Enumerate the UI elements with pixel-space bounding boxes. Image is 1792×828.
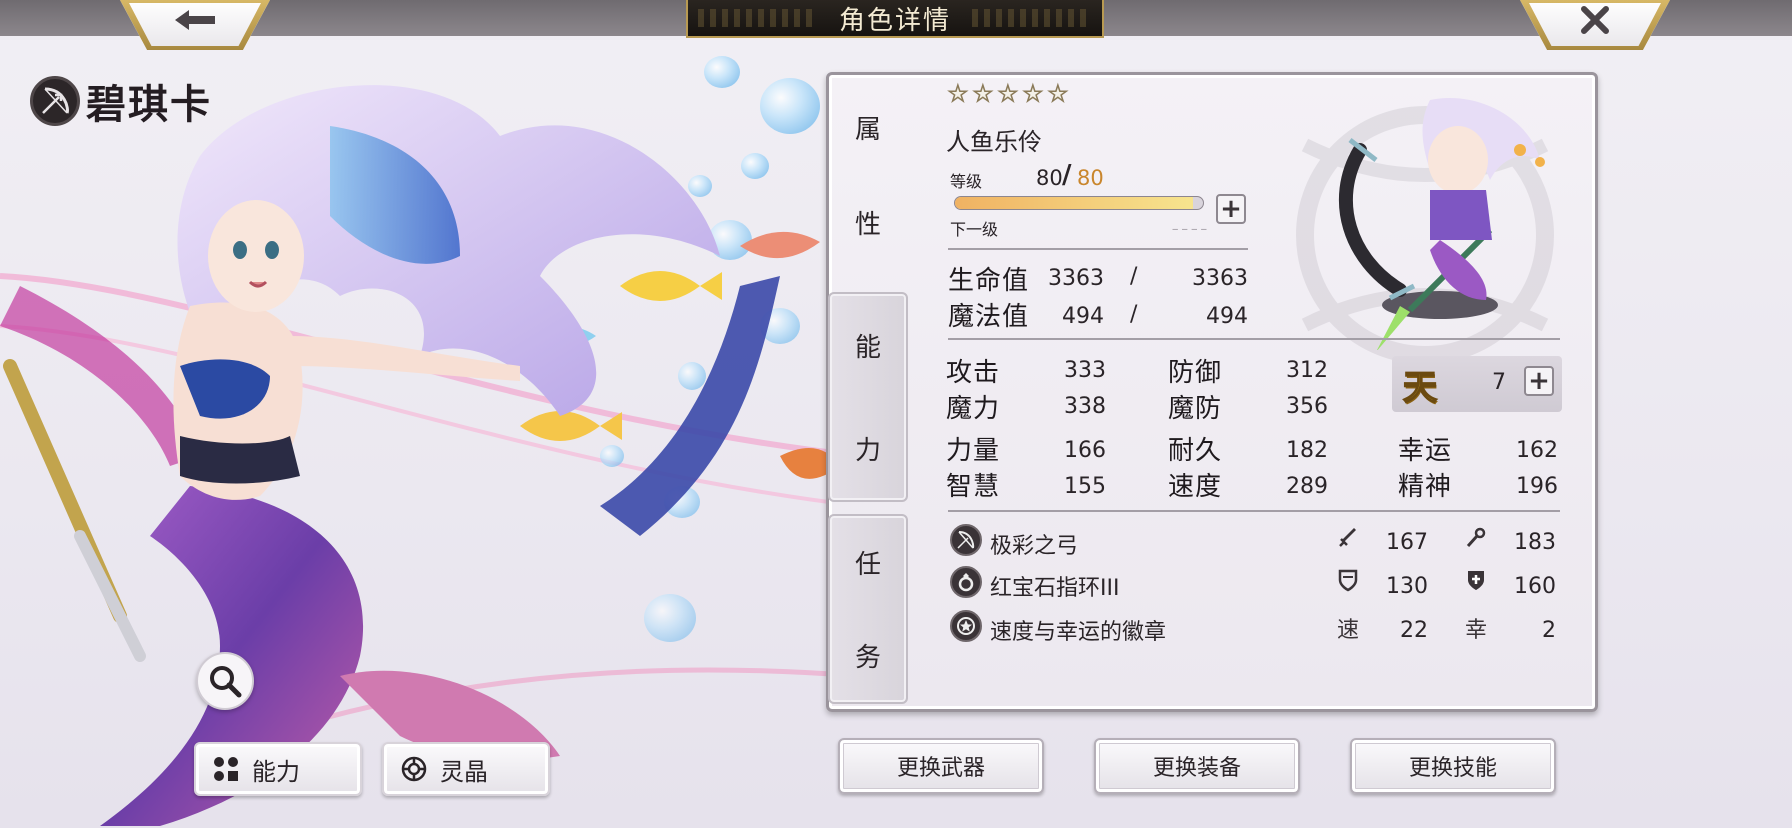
wisdom-value: 155 <box>1064 474 1106 499</box>
tab-attributes[interactable]: 属 性 <box>828 80 908 270</box>
wisdom-label: 智慧 <box>946 472 1001 502</box>
page-title-bar: 角色详情 <box>686 0 1104 38</box>
crystal-icon <box>401 756 427 782</box>
equipment-stat-1: 22 <box>1400 618 1428 643</box>
ability-button-label: 能力 <box>252 757 300 786</box>
divider <box>948 510 1560 512</box>
change-skill-label: 更换技能 <box>1408 756 1497 781</box>
zoom-button[interactable] <box>196 652 254 710</box>
rank-value: 7 <box>1492 370 1506 395</box>
bubbles <box>600 56 820 642</box>
level-up-plus-button[interactable]: + <box>1216 194 1246 224</box>
defense-value: 312 <box>1286 358 1328 383</box>
exp-bar-fill <box>955 197 1194 209</box>
next-level-label: 下一级 <box>950 220 999 239</box>
hp-label: 生命值 <box>948 266 1030 296</box>
character-artwork <box>0 56 860 826</box>
hp-slash: / <box>1130 264 1138 289</box>
attack-value: 333 <box>1064 358 1106 383</box>
chibi-portrait <box>1339 98 1545 350</box>
equipment-stat-1: 130 <box>1386 574 1428 599</box>
hp-max: 3363 <box>1192 266 1248 291</box>
rarity-stars: ★ ★ ★ ★ ★ <box>947 82 1070 107</box>
rank-plus-button[interactable]: + <box>1524 366 1554 396</box>
equipment-stat-1: 167 <box>1386 530 1428 555</box>
strength-value: 166 <box>1064 438 1106 463</box>
page-title: 角色详情 <box>838 5 951 36</box>
change-weapon-label: 更换武器 <box>896 756 985 781</box>
level-label: 等级 <box>950 172 983 191</box>
equipment-name: 红宝石指环III <box>990 576 1120 601</box>
mp-max: 494 <box>1206 304 1248 329</box>
star-icon: ★ <box>997 82 1018 107</box>
speed-value: 289 <box>1286 474 1328 499</box>
mp-label: 魔法值 <box>948 302 1030 332</box>
class-name: 人鱼乐伶 <box>946 128 1042 156</box>
equipment-stat-2: 2 <box>1542 618 1556 643</box>
change-equipment-button[interactable]: 更换装备 <box>1094 738 1300 794</box>
spirit-label: 精神 <box>1398 472 1453 502</box>
next-level-dots: ‒ ‒ ‒ ‒ <box>1172 224 1207 235</box>
ability-button[interactable]: 能力 <box>194 742 362 796</box>
magic-label: 魔力 <box>946 394 1001 424</box>
divider <box>948 248 1248 250</box>
game-screen: 角色详情 碧琪卡 能力 灵晶 属 性 能 力 任 务 ★ ★ ★ ★ ★ 人鱼乐… <box>0 0 1792 828</box>
bow-class-icon <box>30 76 80 126</box>
back-arrow-icon <box>175 10 215 30</box>
rank-icon: 天 <box>1402 367 1438 409</box>
ring-icon <box>950 566 982 598</box>
level-current: 80 <box>1036 166 1063 190</box>
magnifier-icon <box>210 666 242 698</box>
spirit-value: 196 <box>1516 474 1558 499</box>
change-equipment-label: 更换装备 <box>1152 756 1241 781</box>
defense-label: 防御 <box>1168 358 1223 388</box>
magic-defense-label: 魔防 <box>1168 394 1223 424</box>
star-icon: ★ <box>972 82 993 107</box>
magic-value: 338 <box>1064 394 1106 419</box>
close-button[interactable] <box>1520 0 1670 50</box>
mp-slash: / <box>1130 302 1138 327</box>
rank-box: 天 7 + <box>1392 356 1562 412</box>
level-max: 80 <box>1077 166 1104 190</box>
star-icon: ★ <box>947 82 968 107</box>
endurance-value: 182 <box>1286 438 1328 463</box>
hp-current: 3363 <box>1048 266 1104 291</box>
level-slash: / <box>1062 160 1072 190</box>
strength-label: 力量 <box>946 436 1001 466</box>
crystal-button[interactable]: 灵晶 <box>382 742 550 796</box>
change-skill-button[interactable]: 更换技能 <box>1350 738 1556 794</box>
ability-icon <box>214 757 238 781</box>
attack-label: 攻击 <box>946 358 1001 388</box>
equipment-stat-2: 183 <box>1514 530 1556 555</box>
star-icon: ★ <box>1022 82 1043 107</box>
luck-value: 162 <box>1516 438 1558 463</box>
badge-icon <box>950 610 982 642</box>
exp-bar <box>954 196 1204 210</box>
tab-tasks[interactable]: 任 务 <box>828 514 908 704</box>
character-name-box: 碧琪卡 <box>30 72 212 130</box>
star-icon: ★ <box>1047 82 1068 107</box>
equipment-name: 速度与幸运的徽章 <box>990 620 1167 645</box>
crystal-button-label: 灵晶 <box>440 757 488 786</box>
mp-current: 494 <box>1062 304 1104 329</box>
endurance-label: 耐久 <box>1168 436 1223 466</box>
change-weapon-button[interactable]: 更换武器 <box>838 738 1044 794</box>
luck-label: 幸运 <box>1398 436 1453 466</box>
equipment-name: 极彩之弓 <box>990 534 1079 559</box>
tab-abilities[interactable]: 能 力 <box>828 292 908 502</box>
side-tabs: 属 性 能 力 任 务 <box>828 74 908 708</box>
equipment-stat-2: 160 <box>1514 574 1556 599</box>
speed-label: 速度 <box>1168 472 1223 502</box>
bow-icon <box>950 524 982 556</box>
divider <box>948 338 1560 340</box>
magic-defense-value: 356 <box>1286 394 1328 419</box>
close-icon <box>1581 6 1609 34</box>
character-name: 碧琪卡 <box>86 82 212 128</box>
